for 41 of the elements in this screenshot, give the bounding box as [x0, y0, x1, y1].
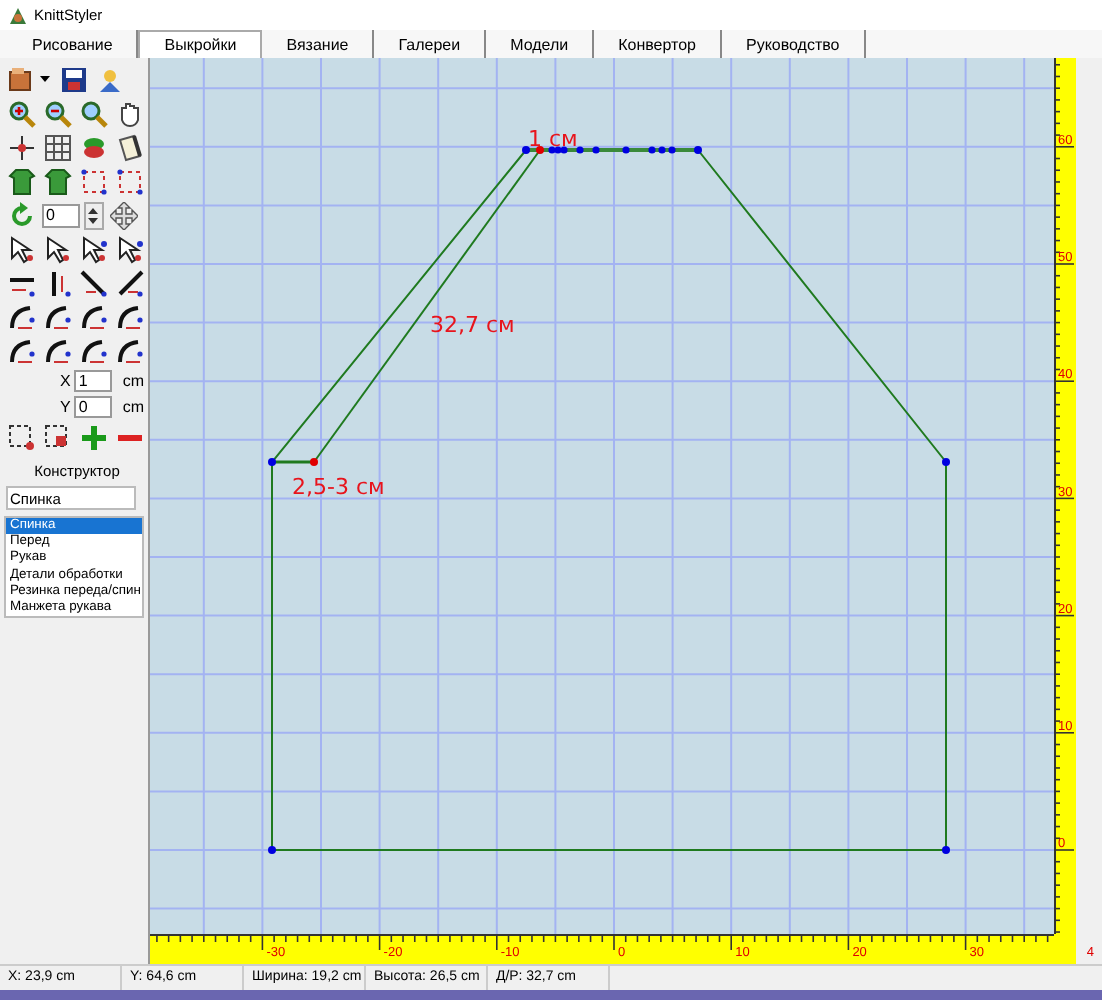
caret-icon[interactable] [40, 76, 50, 82]
sweater-icon[interactable] [42, 165, 74, 197]
dimension-label: 32,7 см [430, 312, 515, 338]
app-icon [8, 5, 28, 25]
curve-tool-icon[interactable] [78, 335, 110, 367]
save-icon[interactable] [58, 63, 90, 95]
curve-tool-icon[interactable] [42, 335, 74, 367]
points-icon[interactable] [114, 165, 146, 197]
curve-tool-icon[interactable] [6, 301, 38, 333]
spinner[interactable] [84, 201, 104, 229]
curve-tool-icon[interactable] [114, 335, 146, 367]
curve-tool-icon[interactable] [6, 335, 38, 367]
line-tool-icon[interactable] [78, 267, 110, 299]
pointer-icon[interactable] [78, 233, 110, 265]
unit-label: cm [122, 372, 145, 390]
curve-tool-icon[interactable] [42, 301, 74, 333]
zoom-in-icon[interactable] [6, 97, 38, 129]
sweater-icon[interactable] [6, 165, 38, 197]
pointer-icon[interactable] [42, 233, 74, 265]
pointer-icon[interactable] [114, 233, 146, 265]
dimension-label: 2,5-3 см [292, 474, 385, 500]
curve-tool-icon[interactable] [78, 301, 110, 333]
notebook-icon[interactable] [114, 131, 146, 163]
move-icon[interactable] [108, 199, 140, 231]
points-icon[interactable] [78, 165, 110, 197]
angle-field[interactable]: 0 [42, 203, 80, 227]
grid-icon[interactable] [42, 131, 74, 163]
tab[interactable]: Выкройки [138, 30, 263, 58]
curve-tool-icon[interactable] [114, 301, 146, 333]
unit-label: cm [122, 398, 145, 416]
x-field[interactable]: 1 [74, 370, 113, 392]
y-label: Y [60, 398, 71, 416]
y-field[interactable]: 0 [74, 396, 113, 418]
dimension-label: 1 см [528, 126, 578, 152]
select-icon[interactable] [6, 421, 38, 453]
zoom-out-icon[interactable] [42, 97, 74, 129]
x-label: X [60, 372, 71, 390]
zoom-icon[interactable] [78, 97, 110, 129]
pointer-icon[interactable] [6, 233, 38, 265]
line-tool-icon[interactable] [114, 267, 146, 299]
crosshair-icon[interactable] [6, 131, 38, 163]
